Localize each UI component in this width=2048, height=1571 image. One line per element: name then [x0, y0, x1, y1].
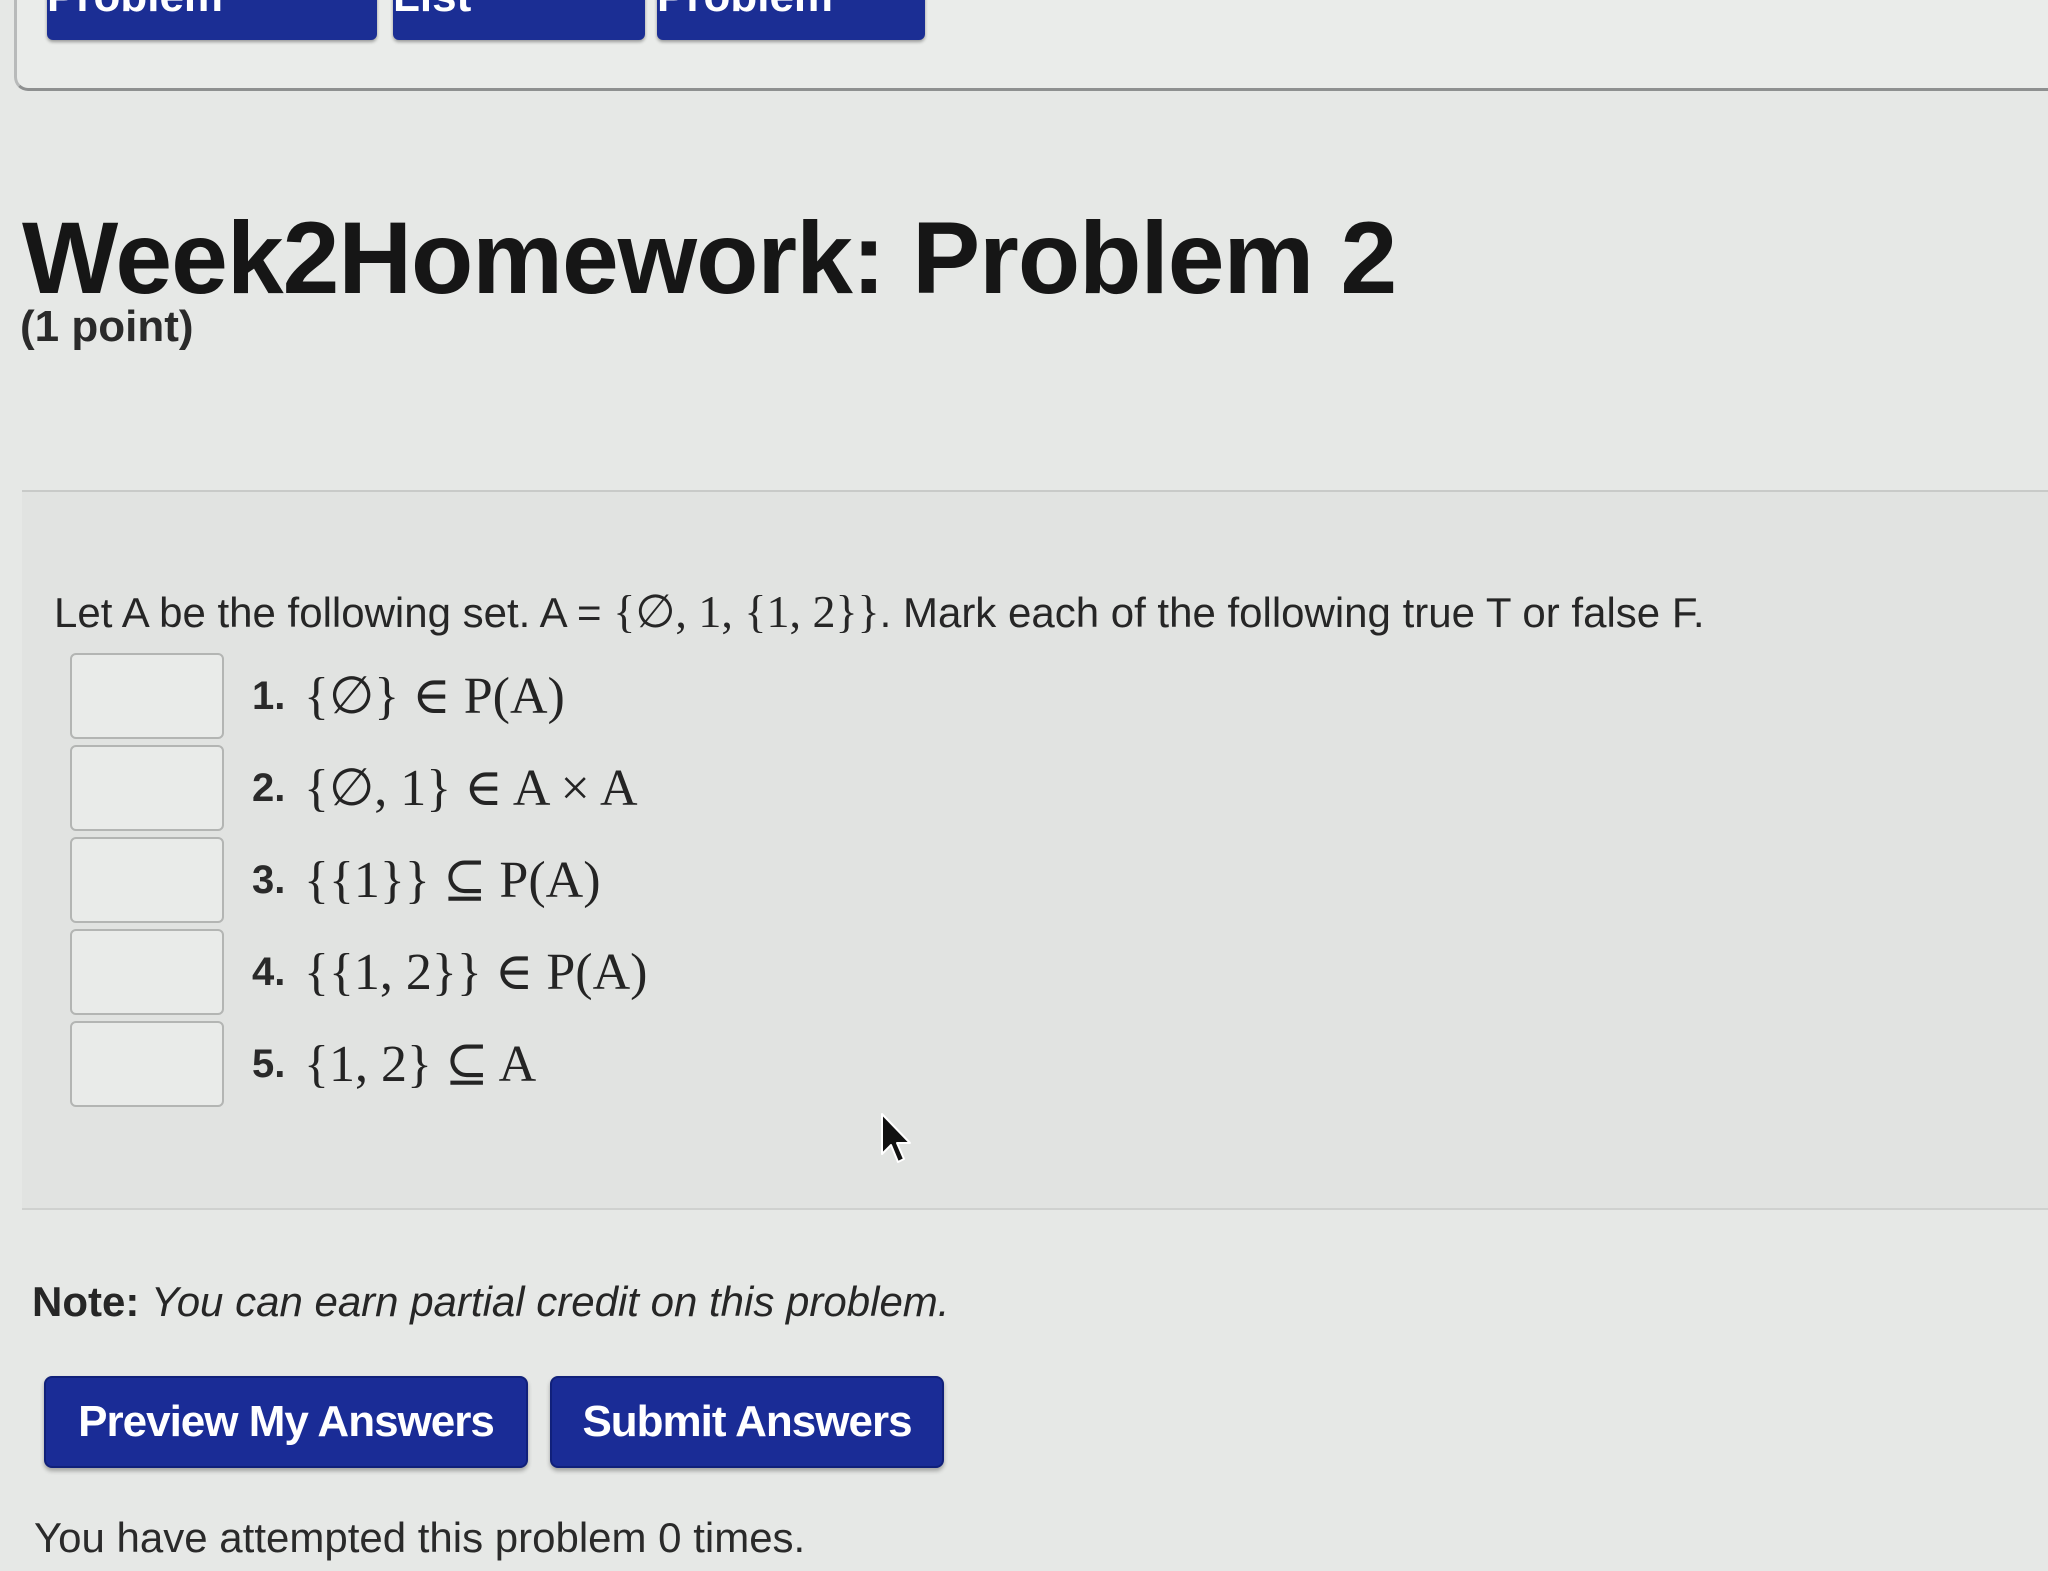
item-expression: {∅, 1} ∈ A × A — [304, 760, 638, 817]
item-expression: {1, 2} ⊆ A — [304, 1036, 537, 1093]
problem-statement: Let A be the following set. A = {∅, 1, {… — [54, 584, 1705, 638]
item-number: 1. — [252, 673, 286, 718]
item-number: 4. — [252, 949, 286, 994]
page-title: Week2Homework: Problem 2 — [22, 201, 1397, 315]
problem-navigation-bar: Previous Problem Problem List Next Probl… — [14, 0, 2048, 91]
item-number: 2. — [252, 765, 286, 810]
item-number: 5. — [252, 1041, 286, 1086]
note-text: You can earn partial credit on this prob… — [151, 1278, 950, 1325]
problem-list-button[interactable]: Problem List — [393, 0, 645, 40]
preview-answers-button[interactable]: Preview My Answers — [44, 1376, 528, 1468]
list-item: 3. {{1}} ⊆ P(A) — [70, 834, 601, 926]
answer-input-5[interactable] — [70, 1021, 224, 1107]
previous-problem-button[interactable]: Previous Problem — [47, 0, 377, 40]
statement-suffix: . Mark each of the following true T or f… — [879, 589, 1705, 636]
set-definition: {∅, 1, {1, 2}} — [613, 586, 880, 637]
item-expression: {{1, 2}} ∈ P(A) — [304, 944, 648, 1001]
item-expression: {∅} ∈ P(A) — [304, 668, 565, 725]
next-problem-button[interactable]: Next Problem — [657, 0, 925, 40]
item-number: 3. — [252, 857, 286, 902]
answer-input-1[interactable] — [70, 653, 224, 739]
item-expression: {{1}} ⊆ P(A) — [304, 852, 601, 909]
attempts-status: You have attempted this problem 0 times. — [34, 1514, 806, 1561]
answer-input-2[interactable] — [70, 745, 224, 831]
problem-body: Let A be the following set. A = {∅, 1, {… — [22, 490, 2048, 1210]
submit-answers-button[interactable]: Submit Answers — [550, 1376, 944, 1468]
list-item: 5. {1, 2} ⊆ A — [70, 1018, 536, 1110]
note-label: Note: — [32, 1278, 140, 1325]
point-value: (1 point) — [20, 302, 194, 351]
mouse-pointer-icon — [881, 1113, 911, 1163]
list-item: 1. {∅} ∈ P(A) — [70, 650, 565, 742]
list-item: 4. {{1, 2}} ∈ P(A) — [70, 926, 647, 1018]
statement-prefix: Let A be the following set. A = — [54, 589, 614, 636]
answer-input-4[interactable] — [70, 929, 224, 1015]
answer-input-3[interactable] — [70, 837, 224, 923]
partial-credit-note: Note: You can earn partial credit on thi… — [32, 1278, 949, 1326]
list-item: 2. {∅, 1} ∈ A × A — [70, 742, 638, 834]
